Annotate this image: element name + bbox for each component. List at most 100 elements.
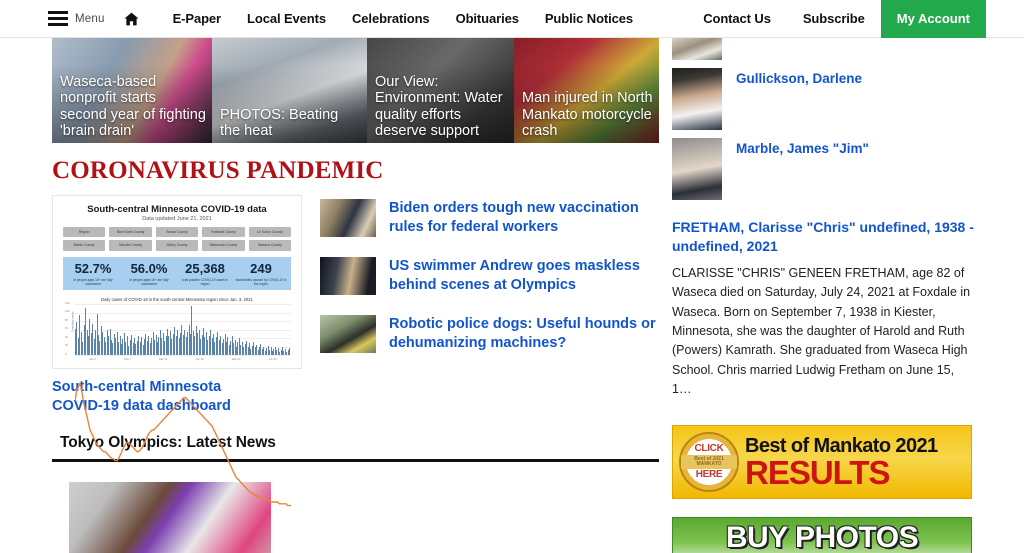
hero-item-1[interactable]: Waseca-based nonprofit starts second yea… (52, 38, 212, 143)
covid-stat-band: 52.7% of people ages 16+ are fully vacci… (63, 256, 291, 291)
county-chip[interactable]: Sibley County (155, 240, 199, 251)
nav-link-e-paper[interactable]: E-Paper (160, 11, 234, 26)
ad-buy-photos[interactable]: BUY PHOTOS Click Here (672, 517, 972, 553)
story-thumbnail (320, 257, 376, 295)
ad-best-of-line1: Best of Mankato 2021 (745, 435, 938, 458)
seal-middle-text: Best of 2021 MANKATO (681, 455, 737, 470)
page-body: Waseca-based nonprofit starts second yea… (0, 38, 1024, 553)
nav-link-obituaries[interactable]: Obituaries (443, 11, 532, 26)
nav-link-local-events[interactable]: Local Events (234, 11, 339, 26)
chart-x-tick-label: Mar 14 (159, 358, 168, 362)
hero-carousel: Waseca-based nonprofit starts second yea… (52, 38, 659, 143)
ad-buy-photos-line1: BUY PHOTOS (725, 521, 919, 553)
story-thumbnail (320, 199, 376, 237)
top-navigation-bar: Menu E-Paper Local Events Celebrations O… (0, 0, 1024, 38)
story-title[interactable]: Robotic police dogs: Useful hounds or de… (389, 315, 656, 352)
hero-item-2[interactable]: PHOTOS: Beating the heat (212, 38, 367, 143)
covid-infographic-column: South-central Minnesota COVID-19 data Da… (52, 195, 304, 416)
nav-left-group: Menu E-Paper Local Events Celebrations O… (0, 11, 646, 27)
covid-dashboard-link[interactable]: South-central Minnesota COVID-19 data da… (52, 378, 272, 416)
chart-y-tick-label: 100 (65, 310, 70, 314)
nav-link-contact-us[interactable]: Contact Us (687, 0, 787, 38)
hero-item-3[interactable]: Our View: Environment: Water quality eff… (367, 38, 514, 143)
county-chip[interactable]: Brown County (155, 227, 199, 238)
seal-top-text: CLICK (694, 443, 724, 455)
chart-y-axis-label: Total daily cases (70, 311, 75, 332)
seal-bottom-text: HERE (695, 469, 723, 481)
county-chip[interactable]: Nicollet County (109, 240, 152, 251)
stat-label: total deaths caused by COVID-19 in the r… (235, 278, 287, 287)
olympics-section: Tokyo Olympics: Latest News (52, 434, 659, 553)
story-item[interactable]: US swimmer Andrew goes maskless behind s… (320, 257, 656, 295)
chart-y-tick-label: 120 (65, 301, 70, 305)
featured-obituary: FRETHAM, Clarisse "Chris" undefined, 193… (672, 218, 976, 399)
county-chip[interactable]: Le Sueur County (248, 227, 291, 238)
hero-title-4: Man injured in North Mankato motorcycle … (522, 90, 653, 139)
stat-value: 56.0% (130, 260, 168, 276)
click-here-seal-icon: CLICK Best of 2021 MANKATO HERE (679, 432, 739, 493)
my-account-button[interactable]: My Account (880, 0, 986, 38)
stat-label: of people ages 16+ are fully vaccinated (129, 278, 169, 287)
menu-button[interactable]: Menu (48, 11, 105, 26)
stat-cell: 52.7% of people ages 16+ are fully vacci… (65, 260, 121, 287)
chart-x-tick-label: Feb 7 (124, 358, 131, 362)
nav-link-subscribe[interactable]: Subscribe (787, 0, 881, 38)
story-title[interactable]: Biden orders tough new vaccination rules… (389, 199, 656, 236)
chart-x-tick-label: May 23 (231, 358, 241, 362)
obituary-name-link[interactable]: Marble, James "Jim" (736, 138, 869, 158)
covid-data-infographic[interactable]: South-central Minnesota COVID-19 data Da… (52, 195, 302, 369)
obituary-list-item[interactable] (672, 38, 976, 60)
covid-daily-cases-chart: Total daily cases 0 20 40 60 80 100 120 (65, 302, 291, 357)
story-item[interactable]: Biden orders tough new vaccination rules… (320, 199, 656, 237)
county-chip[interactable]: Watonwan County (202, 240, 245, 251)
county-chip[interactable]: Waseca County (248, 240, 291, 251)
stat-value: 52.7% (74, 260, 112, 276)
story-item[interactable]: Robotic police dogs: Useful hounds or de… (320, 315, 656, 353)
chart-gridline (75, 355, 291, 357)
coronavirus-row: South-central Minnesota COVID-19 data Da… (52, 195, 656, 416)
ad-best-of-line2: RESULTS (745, 454, 891, 492)
stat-cell: 249 total deaths caused by COVID-19 in t… (233, 261, 289, 287)
stat-cell: 25,368 total positive COVID-19 cases in … (177, 261, 233, 286)
infographic-subtitle: Data updated June 21, 2021 (142, 216, 212, 222)
chart-bar (289, 348, 291, 356)
obituary-photo (672, 138, 722, 200)
covid-story-list: Biden orders tough new vaccination rules… (320, 195, 656, 416)
county-chip[interactable]: Blue Earth County (109, 227, 152, 238)
chart-x-axis: Jan 3 Feb 7 Mar 14 Apr 18 May 23 Jun 20 (75, 358, 291, 361)
hamburger-icon[interactable] (48, 11, 68, 26)
home-icon[interactable] (123, 11, 140, 27)
obituary-photo (672, 38, 722, 60)
chart-x-tick-label: Jun 20 (268, 358, 277, 362)
section-divider (52, 458, 659, 462)
chart-y-tick-label: 80 (65, 318, 68, 322)
hero-title-1: Waseca-based nonprofit starts second yea… (60, 74, 206, 139)
county-chip[interactable]: Martin County (63, 240, 106, 251)
county-chip[interactable]: Region (63, 227, 106, 238)
menu-label: Menu (75, 12, 105, 25)
county-chip[interactable]: Faribault County (202, 227, 245, 238)
obituary-list-item[interactable]: Gullickson, Darlene (672, 68, 976, 130)
chart-x-tick-label: Apr 18 (195, 358, 204, 362)
obituary-name-link[interactable]: Gullickson, Darlene (736, 68, 862, 88)
nav-link-celebrations[interactable]: Celebrations (339, 11, 443, 26)
chart-title: Daily cases of COVID-19 in the south-cen… (101, 297, 253, 303)
chart-y-tick-label: 0 (65, 352, 67, 356)
olympics-lead-photo[interactable] (69, 481, 271, 553)
chart-y-tick-label: 40 (65, 335, 68, 339)
stat-label: of people ages 16+ are fully vaccinated (73, 278, 113, 287)
county-selector-grid: Region Blue Earth County Brown County Fa… (63, 227, 291, 251)
infographic-title: South-central Minnesota COVID-19 data (87, 204, 267, 215)
story-title[interactable]: US swimmer Andrew goes maskless behind s… (389, 257, 656, 294)
chart-x-tick-label: Jan 3 (89, 358, 96, 362)
chart-y-tick-label: 20 (65, 344, 68, 348)
obituary-list-item[interactable]: Marble, James "Jim" (672, 138, 976, 200)
featured-obituary-title[interactable]: FRETHAM, Clarisse "Chris" undefined, 193… (672, 218, 976, 256)
stat-cell: 56.0% of people ages 16+ are fully vacci… (121, 260, 177, 287)
nav-link-public-notices[interactable]: Public Notices (532, 11, 646, 26)
ad-best-of-mankato[interactable]: CLICK Best of 2021 MANKATO HERE Best of … (672, 425, 972, 500)
hero-item-4[interactable]: Man injured in North Mankato motorcycle … (514, 38, 659, 143)
chart-bars (75, 304, 291, 356)
sidebar-column: Gullickson, Darlene Marble, James "Jim" … (660, 38, 1024, 553)
hero-title-3: Our View: Environment: Water quality eff… (375, 74, 503, 139)
